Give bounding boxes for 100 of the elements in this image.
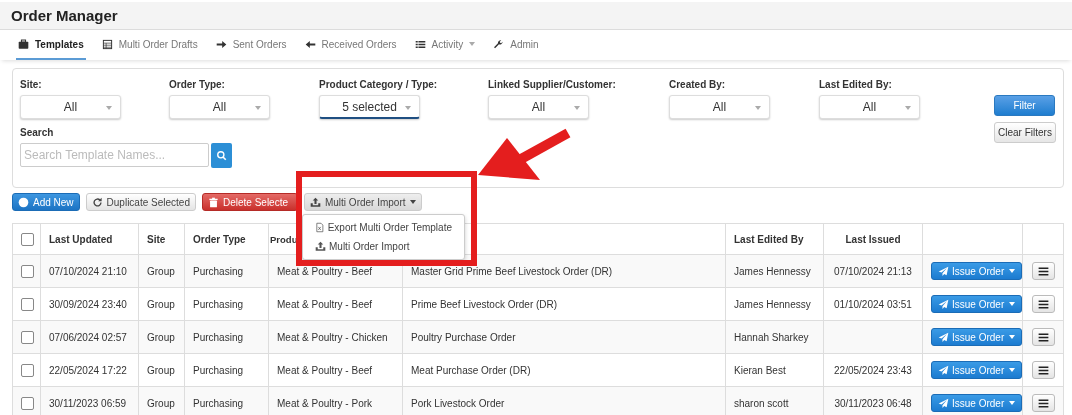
- table-cell: Master Grid Prime Beef Livestock Order (DR): [411, 265, 613, 277]
- delete-button[interactable]: Delete Selecte: [201, 193, 298, 211]
- table-cell: Prime Beef Livestock Order (DR): [411, 298, 558, 310]
- search-icon: [216, 150, 227, 161]
- nav-tab[interactable]: Admin: [491, 30, 541, 60]
- filter-label: Last Edited By:: [819, 79, 893, 90]
- table-cell: Purchasing: [193, 397, 244, 409]
- caret-icon: [1009, 335, 1016, 339]
- table-cell: Meat & Poultry - Chicken: [277, 331, 388, 343]
- caret-icon: [574, 106, 580, 110]
- menu-button[interactable]: [1031, 328, 1055, 346]
- search-field[interactable]: Search Template Names...: [20, 143, 209, 167]
- row-checkbox[interactable]: [21, 297, 34, 311]
- table-cell: 01/10/2024 03:51: [834, 298, 912, 310]
- table-cell: Meat & Poultry - Beef: [277, 265, 373, 277]
- select-all-checkbox[interactable]: [21, 232, 34, 246]
- nav-tab[interactable]: Received Orders: [302, 30, 399, 60]
- column-header: Last Updated: [49, 233, 113, 245]
- nav-tab[interactable]: Templates: [16, 30, 86, 60]
- row-checkbox[interactable]: [21, 363, 34, 377]
- filter-dropdown[interactable]: All: [669, 95, 770, 119]
- table-cell: Group: [147, 265, 175, 277]
- issue-order-button[interactable]: Issue Order: [931, 361, 1023, 379]
- issue-order-button[interactable]: Issue Order: [931, 394, 1023, 412]
- filter-dropdown[interactable]: 5 selected: [319, 95, 420, 119]
- table-cell: sharon scott: [734, 397, 789, 409]
- caret-icon: [405, 106, 411, 110]
- nav-tab[interactable]: Activity: [412, 30, 478, 60]
- caret-icon: [755, 106, 761, 110]
- table-cell: Hannah Sharkey: [734, 331, 809, 343]
- table-cell: 30/09/2024 23:40: [49, 298, 127, 310]
- import-button[interactable]: Multi Order Import: [303, 193, 422, 211]
- paper-plane-icon: [938, 364, 949, 376]
- arrow-right-icon: [215, 38, 227, 50]
- table-cell: Purchasing: [193, 298, 244, 310]
- table-cell: Group: [147, 298, 175, 310]
- menu-icon: [1036, 330, 1050, 344]
- menu-icon: [1036, 297, 1050, 311]
- caret-icon: [106, 106, 112, 110]
- nav-tab[interactable]: Sent Orders: [213, 30, 289, 60]
- filter-dropdown[interactable]: All: [488, 95, 589, 119]
- search-label: Search: [20, 127, 55, 138]
- table-cell: 07/10/2024 21:13: [834, 265, 912, 277]
- table-cell: 30/11/2023 06:59: [49, 397, 127, 409]
- paper-plane-icon: [938, 265, 949, 277]
- table-cell: Poultry Purchase Order: [411, 331, 516, 343]
- column-header: Last Issued: [845, 233, 901, 245]
- table-cell: Group: [147, 331, 175, 343]
- caret-icon: [905, 106, 911, 110]
- table-cell: Meat & Poultry - Beef: [277, 298, 373, 310]
- menu-button[interactable]: [1031, 295, 1055, 313]
- table-cell: Meat Purchase Order (DR): [411, 364, 531, 376]
- filter-label: Linked Supplier/Customer:: [488, 79, 617, 90]
- wrench-icon: [493, 38, 505, 50]
- paper-plane-icon: [938, 298, 949, 310]
- filter-dropdown[interactable]: All: [169, 95, 270, 119]
- caret-icon: [1009, 269, 1016, 273]
- table-cell: 22/05/2024 17:22: [49, 364, 127, 376]
- caret-icon: [255, 106, 261, 110]
- table-cell: 30/11/2023 06:48: [834, 397, 912, 409]
- row-checkbox[interactable]: [21, 330, 34, 344]
- menu-icon: [1036, 363, 1050, 377]
- menu-item[interactable]: Export Multi Order Template: [303, 218, 464, 237]
- table-cell: Pork Livestock Order: [411, 397, 505, 409]
- add-button[interactable]: Add New: [12, 193, 80, 211]
- caret-icon: [1009, 368, 1016, 372]
- filter-dropdown[interactable]: All: [20, 95, 121, 119]
- filter-button[interactable]: Filter: [994, 95, 1055, 116]
- row-checkbox[interactable]: [21, 396, 34, 410]
- menu-icon: [1036, 396, 1050, 410]
- issue-order-button[interactable]: Issue Order: [931, 262, 1023, 280]
- refresh-icon: [91, 196, 103, 208]
- issue-order-button[interactable]: Issue Order: [931, 328, 1023, 346]
- table-cell: Purchasing: [193, 331, 244, 343]
- caret-icon: [1009, 302, 1016, 306]
- issue-order-button[interactable]: Issue Order: [931, 295, 1023, 313]
- filter-label: Site:: [20, 79, 43, 90]
- table-icon: [101, 38, 113, 50]
- table-cell: James Hennessy: [734, 265, 811, 277]
- file-icon: [315, 222, 325, 233]
- filter-label: Created By:: [669, 79, 727, 90]
- arrow-left-icon: [304, 38, 316, 50]
- filter-dropdown[interactable]: All: [819, 95, 920, 119]
- row-checkbox[interactable]: [21, 264, 34, 278]
- search-button[interactable]: [211, 143, 232, 168]
- duplicate-button[interactable]: Duplicate Selected: [85, 193, 196, 211]
- clear-filters-button[interactable]: Clear Filters: [994, 122, 1056, 143]
- page-title: Order Manager: [11, 6, 119, 26]
- menu-item[interactable]: Multi Order Import: [303, 237, 464, 256]
- briefcase-icon: [18, 38, 29, 50]
- paper-plane-icon: [938, 331, 949, 343]
- nav-tab[interactable]: Multi Order Drafts: [99, 30, 200, 60]
- menu-button[interactable]: [1031, 361, 1055, 379]
- table-cell: Group: [147, 364, 175, 376]
- menu-button[interactable]: [1031, 394, 1055, 412]
- table-cell: Group: [147, 397, 175, 409]
- menu-button[interactable]: [1031, 262, 1055, 280]
- table-cell: James Hennessy: [734, 298, 811, 310]
- paper-plane-icon: [938, 397, 949, 409]
- filter-label: Order Type:: [169, 79, 226, 90]
